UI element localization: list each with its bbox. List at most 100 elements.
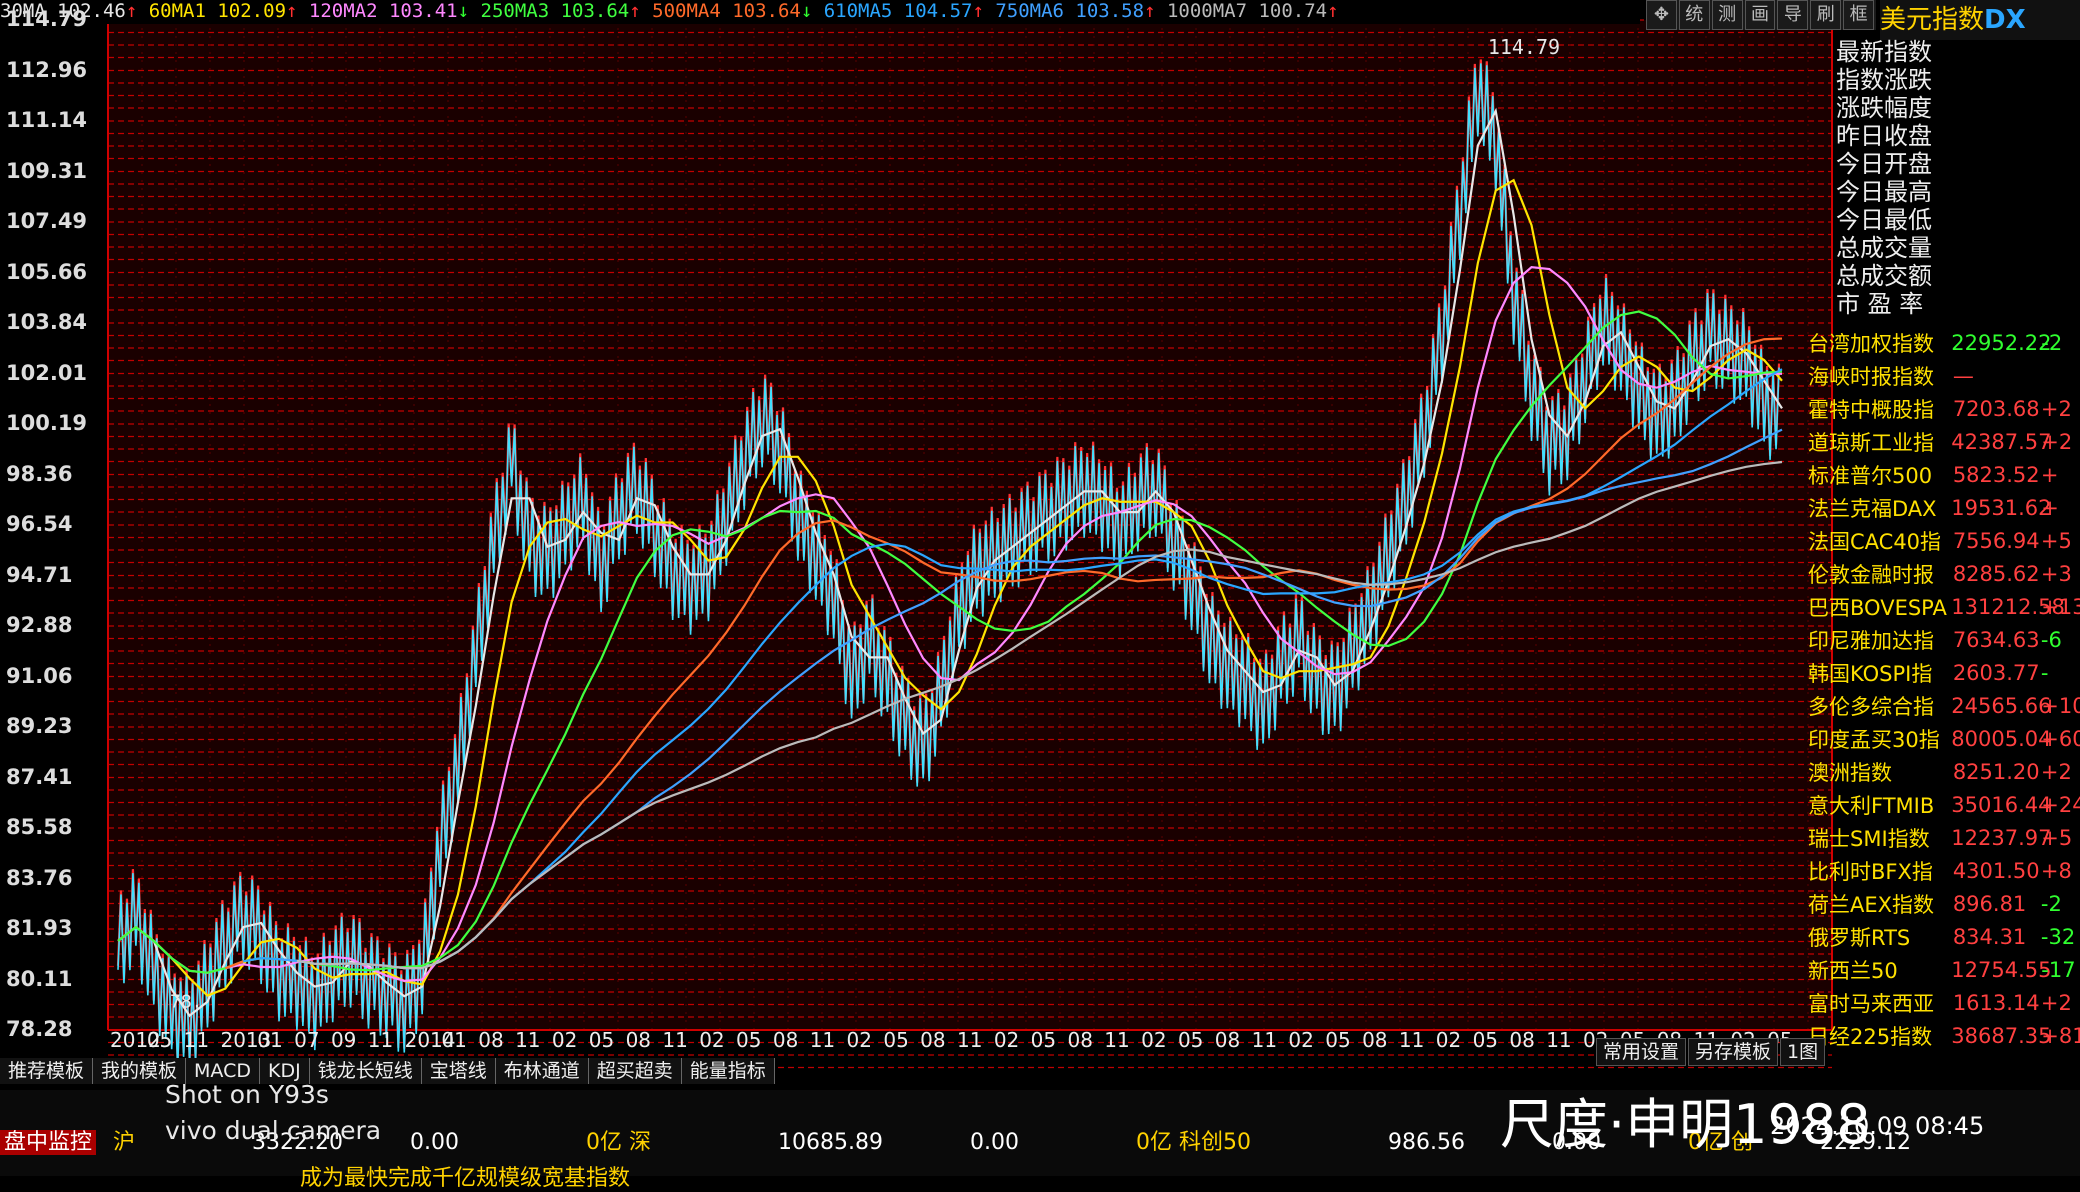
toolbar-button[interactable]: 统 <box>1678 0 1710 30</box>
ma-legend-item: 250MA3 103.64 <box>480 0 630 22</box>
x-tick-label: 05 <box>588 1028 615 1052</box>
sz-label: 深 <box>629 1130 652 1155</box>
watchlist-row[interactable]: 意大利FTMIB 35016.44 +24 <box>1808 788 2080 821</box>
index-value: — <box>1952 363 1974 388</box>
y-tick-label: 91.06 <box>6 663 73 688</box>
watchlist-row[interactable]: 瑞士SMI指数 12237.97 +5 <box>1808 821 2080 854</box>
x-tick-label: 08 <box>772 1028 799 1052</box>
chart-toolbar: ✥ 统测画导刷框 <box>1646 0 1876 30</box>
template-tabs[interactable]: 常用设置 另存模板 1图 <box>1596 1038 1827 1066</box>
toolbar-button[interactable]: 刷 <box>1810 0 1842 30</box>
info-label: 最新指数 <box>1836 38 1932 66</box>
index-name: 台湾加权指数 <box>1808 331 1934 356</box>
indicator-tab[interactable]: 能量指标 <box>681 1058 775 1084</box>
trend-arrow-icon: ↑ <box>286 0 309 22</box>
x-tick-label: 11 <box>1251 1028 1278 1052</box>
template-tab[interactable]: 常用设置 <box>1596 1038 1687 1066</box>
x-tick-label: 11 <box>809 1028 836 1052</box>
camera-watermark-model: Shot on Y93s <box>165 1080 329 1109</box>
monitor-label[interactable]: 盘中监控 <box>0 1130 97 1155</box>
index-change: +2 <box>2040 396 2072 421</box>
x-tick-label: 11 <box>183 1028 210 1052</box>
indicator-tab[interactable]: 布林通道 <box>495 1058 589 1084</box>
info-label: 涨跌幅度 <box>1836 94 1932 122</box>
toolbar-button[interactable]: 画 <box>1744 0 1776 30</box>
x-tick-label: 11 <box>1398 1028 1425 1052</box>
watchlist-row[interactable]: 印尼雅加达指 7634.63 -6 <box>1808 623 2080 656</box>
watchlist-row[interactable]: 伦敦金融时报 8285.62 +3 <box>1808 557 2080 590</box>
watchlist-row[interactable]: 荷兰AEX指数 896.81 -2 <box>1808 887 2080 920</box>
index-name: 美元指数 <box>1880 5 1985 35</box>
sz-change: 0.00 <box>970 1130 1019 1155</box>
indicator-tab[interactable]: 超买超卖 <box>588 1058 682 1084</box>
watchlist-row[interactable]: 法国CAC40指 7556.94 +5 <box>1808 524 2080 557</box>
watchlist-row[interactable]: 俄罗斯RTS 834.31 -32 <box>1808 920 2080 953</box>
y-tick-label: 112.96 <box>6 57 88 82</box>
index-name: 道琼斯工业指 <box>1808 430 1934 455</box>
x-tick-label: 08 <box>1362 1028 1388 1052</box>
toolbar-button[interactable]: 框 <box>1843 0 1875 30</box>
x-tick-label: 08 <box>478 1028 504 1052</box>
index-name: 新西兰50 <box>1808 958 1898 983</box>
kline-chart[interactable]: 114.79 78. <box>0 0 2080 1176</box>
trend-arrow-icon: ↑ <box>125 0 149 22</box>
watchlist-row[interactable]: 台湾加权指数 22952.22 -2 <box>1808 326 2080 359</box>
x-tick-label: 05 <box>1030 1028 1057 1052</box>
watchlist-row[interactable]: 富时马来西亚 1613.14 +2 <box>1808 986 2080 1019</box>
index-change: +60 <box>2041 726 2080 751</box>
info-label: 今日开盘 <box>1836 150 1932 178</box>
index-name: 法兰克福DAX <box>1808 496 1937 521</box>
watchlist-row[interactable]: 多伦多综合指 24565.66 +10 <box>1808 689 2080 722</box>
indicator-tab[interactable]: 推荐模板 <box>0 1058 94 1084</box>
watchlist-row[interactable]: 比利时BFX指 4301.50 +8 <box>1808 854 2080 887</box>
index-value: 80005.04 <box>1951 726 2052 751</box>
x-tick-label: 02 <box>1288 1028 1314 1052</box>
index-change: -32 <box>2040 924 2076 949</box>
index-value: 8285.62 <box>1952 561 2040 586</box>
y-tick-label: 109.31 <box>6 158 88 183</box>
watchlist-row[interactable]: 道琼斯工业指 42387.57 +2 <box>1808 425 2080 458</box>
indicator-tab[interactable]: 宝塔线 <box>421 1058 496 1084</box>
toolbar-button[interactable]: 导 <box>1777 0 1809 30</box>
watchlist-row[interactable]: 巴西BOVESPA 131212.58 +13 <box>1808 590 2080 623</box>
index-change: + <box>2040 462 2059 487</box>
index-value: 19531.62 <box>1951 495 2052 520</box>
index-change: +5 <box>2041 825 2073 850</box>
quote-info-labels: 最新指数 指数涨跌 涨跌幅度 昨日收盘 今日开盘 今日最高 今日最低 总成交量 总成交额市 盈 … <box>1836 38 1946 318</box>
index-change: +10 <box>2041 693 2080 718</box>
x-tick-label: 02 <box>846 1028 872 1052</box>
watchlist-row[interactable]: 韩国KOSPI指 2603.77- <box>1808 656 2080 689</box>
toolbar-button[interactable]: 测 <box>1711 0 1743 30</box>
watchlist-row[interactable]: 海峡时报指数 — <box>1808 359 2080 392</box>
info-label: 昨日收盘 <box>1836 122 1932 150</box>
x-tick-label: 08 <box>625 1028 652 1052</box>
x-tick-label: 01 <box>441 1028 467 1052</box>
toolbar-button[interactable]: ✥ <box>1646 0 1677 30</box>
global-index-watchlist[interactable]: 台湾加权指数 22952.22 -2 海峡时报指数 — 霍特中概股指 7203.68 +2 道琼… <box>1808 326 2080 1052</box>
info-label: 指数涨跌 <box>1836 66 1932 94</box>
photo-date-watermark: 2024.10.09 08:45 <box>1770 1112 1985 1140</box>
watchlist-row[interactable]: 印度孟买30指 80005.04 +60 <box>1808 722 2080 755</box>
trend-arrow-icon: ↑ <box>1144 0 1167 22</box>
watchlist-row[interactable]: 新西兰50 12754.55 -17 <box>1808 953 2080 986</box>
watchlist-row[interactable]: 法兰克福DAX 19531.62 + <box>1808 491 2080 524</box>
watchlist-row[interactable]: 霍特中概股指 7203.68 +2 <box>1808 392 2080 425</box>
x-tick-label: 07 <box>294 1028 320 1052</box>
info-label: 今日最低 <box>1836 206 1932 234</box>
template-tab[interactable]: 另存模板 <box>1688 1038 1779 1066</box>
x-tick-label: 09 <box>330 1028 357 1052</box>
watchlist-row[interactable]: 澳洲指数 8251.20 +2 <box>1808 755 2080 788</box>
index-value: 12237.97 <box>1951 825 2052 850</box>
template-tab[interactable]: 1图 <box>1780 1038 1826 1066</box>
ma-legend: 30MA 102.46↑ 60MA1 102.09↑ 120MA2 103.41… <box>0 0 1640 24</box>
indicator-tabs[interactable]: 推荐模板 我的模板 MACD KDJ 钱龙长短线 宝塔线 布林通道 超买超卖 能量指标 <box>0 1058 775 1084</box>
y-tick-label: 85.58 <box>6 815 73 839</box>
x-tick-label: 05 <box>1177 1028 1204 1052</box>
y-tick-label: 107.49 <box>6 209 88 233</box>
y-tick-label: 83.76 <box>6 865 73 890</box>
watchlist-row[interactable]: 日经225指数 38687.35 +81 <box>1808 1019 2080 1052</box>
low-label: 78. <box>170 991 203 1012</box>
watchlist-row[interactable]: 标准普尔500 5823.52 + <box>1808 458 2080 491</box>
kc-label: 科创50 <box>1178 1130 1251 1155</box>
sh-amount: 0亿 <box>586 1130 622 1155</box>
